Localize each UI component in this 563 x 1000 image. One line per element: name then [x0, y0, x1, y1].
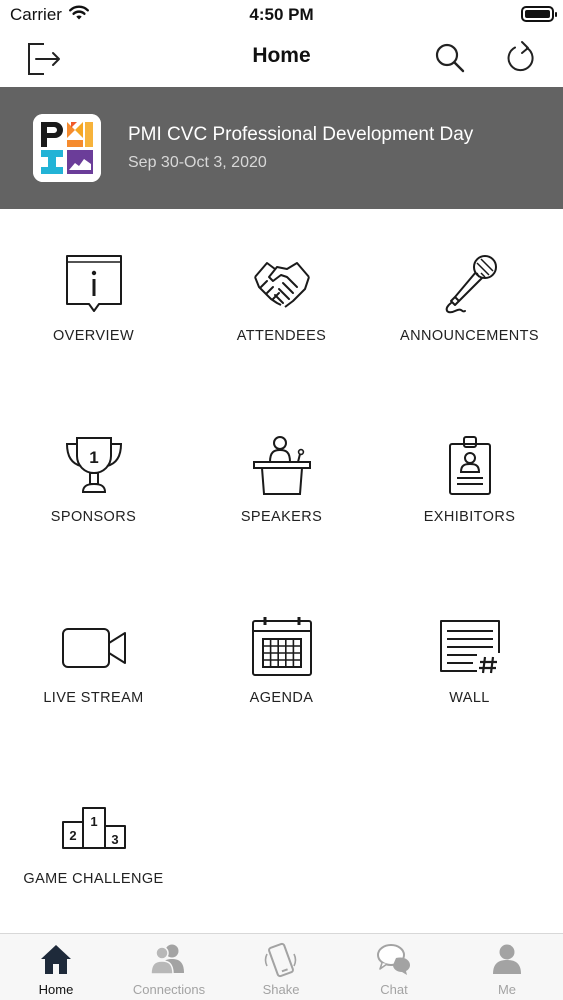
tab-label: Chat — [380, 982, 408, 997]
svg-text:3: 3 — [111, 832, 118, 847]
tab-shake[interactable]: Shake — [225, 934, 337, 1000]
person-icon — [493, 944, 521, 974]
svg-text:1: 1 — [90, 814, 97, 829]
tile-label: ANNOUNCEMENTS — [400, 328, 539, 344]
search-icon[interactable] — [430, 38, 470, 78]
tile-live-stream[interactable]: LIVE STREAM — [0, 571, 187, 751]
tab-chat[interactable]: Chat — [338, 934, 450, 1000]
tab-label: Shake — [262, 982, 300, 997]
nav-bar: Home — [0, 30, 563, 87]
badge-icon — [448, 436, 491, 495]
trophy-icon: 1 — [65, 437, 122, 493]
tab-connections[interactable]: Connections — [113, 934, 225, 1000]
tab-bar: Home Connections Shake Chat Me — [0, 933, 563, 1000]
video-camera-icon — [61, 628, 126, 668]
tile-game-challenge[interactable]: 1 2 3 GAME CHALLENGE — [0, 752, 187, 932]
tab-home[interactable]: Home — [0, 934, 112, 1000]
tile-wall[interactable]: WALL — [376, 571, 563, 751]
calendar-icon — [251, 617, 312, 676]
tile-label: EXHIBITORS — [423, 509, 516, 525]
tab-label: Home — [38, 982, 74, 997]
tile-label: GAME CHALLENGE — [23, 871, 164, 887]
tile-exhibitors[interactable]: EXHIBITORS — [376, 390, 563, 570]
tile-speakers[interactable]: SPEAKERS — [188, 390, 375, 570]
tile-label: WALL — [449, 690, 490, 706]
tab-label: Connections — [132, 982, 206, 997]
podium-icon: 1 2 3 — [61, 807, 126, 849]
clock: 4:50 PM — [249, 5, 314, 24]
wall-post-icon — [439, 620, 500, 674]
status-bar: Carrier 4:50 PM — [0, 0, 563, 30]
tile-agenda[interactable]: AGENDA — [188, 571, 375, 751]
handshake-icon — [253, 262, 310, 308]
microphone-icon — [445, 255, 497, 314]
event-dates: Sep 30-Oct 3, 2020 — [128, 154, 267, 171]
tile-announcements[interactable]: ANNOUNCEMENTS — [376, 209, 563, 389]
speaker-podium-icon — [252, 436, 311, 495]
info-icon — [65, 255, 122, 312]
svg-text:2: 2 — [69, 828, 76, 843]
event-banner[interactable]: PMI CVC Professional Development Day Sep… — [0, 87, 563, 209]
page-title: Home — [252, 44, 311, 67]
tab-me[interactable]: Me — [451, 934, 563, 1000]
chat-icon — [377, 944, 410, 975]
tile-label: SPONSORS — [50, 509, 137, 525]
tile-attendees[interactable]: ATTENDEES — [188, 209, 375, 389]
tile-label: AGENDA — [249, 690, 314, 706]
event-logo — [33, 114, 101, 182]
tile-label: ATTENDEES — [236, 328, 327, 344]
tile-label: LIVE STREAM — [43, 690, 144, 706]
battery-icon — [521, 6, 557, 22]
svg-text:1: 1 — [89, 448, 98, 467]
tile-label: OVERVIEW — [52, 328, 135, 344]
event-title: PMI CVC Professional Development Day — [128, 124, 474, 145]
tab-label: Me — [497, 982, 517, 997]
tile-label: SPEAKERS — [240, 509, 323, 525]
home-icon — [41, 945, 71, 974]
tile-sponsors[interactable]: 1 SPONSORS — [0, 390, 187, 570]
connections-icon — [150, 944, 184, 975]
refresh-icon[interactable] — [501, 38, 541, 78]
tile-overview[interactable]: OVERVIEW — [0, 209, 187, 389]
shake-phone-icon — [264, 942, 297, 978]
